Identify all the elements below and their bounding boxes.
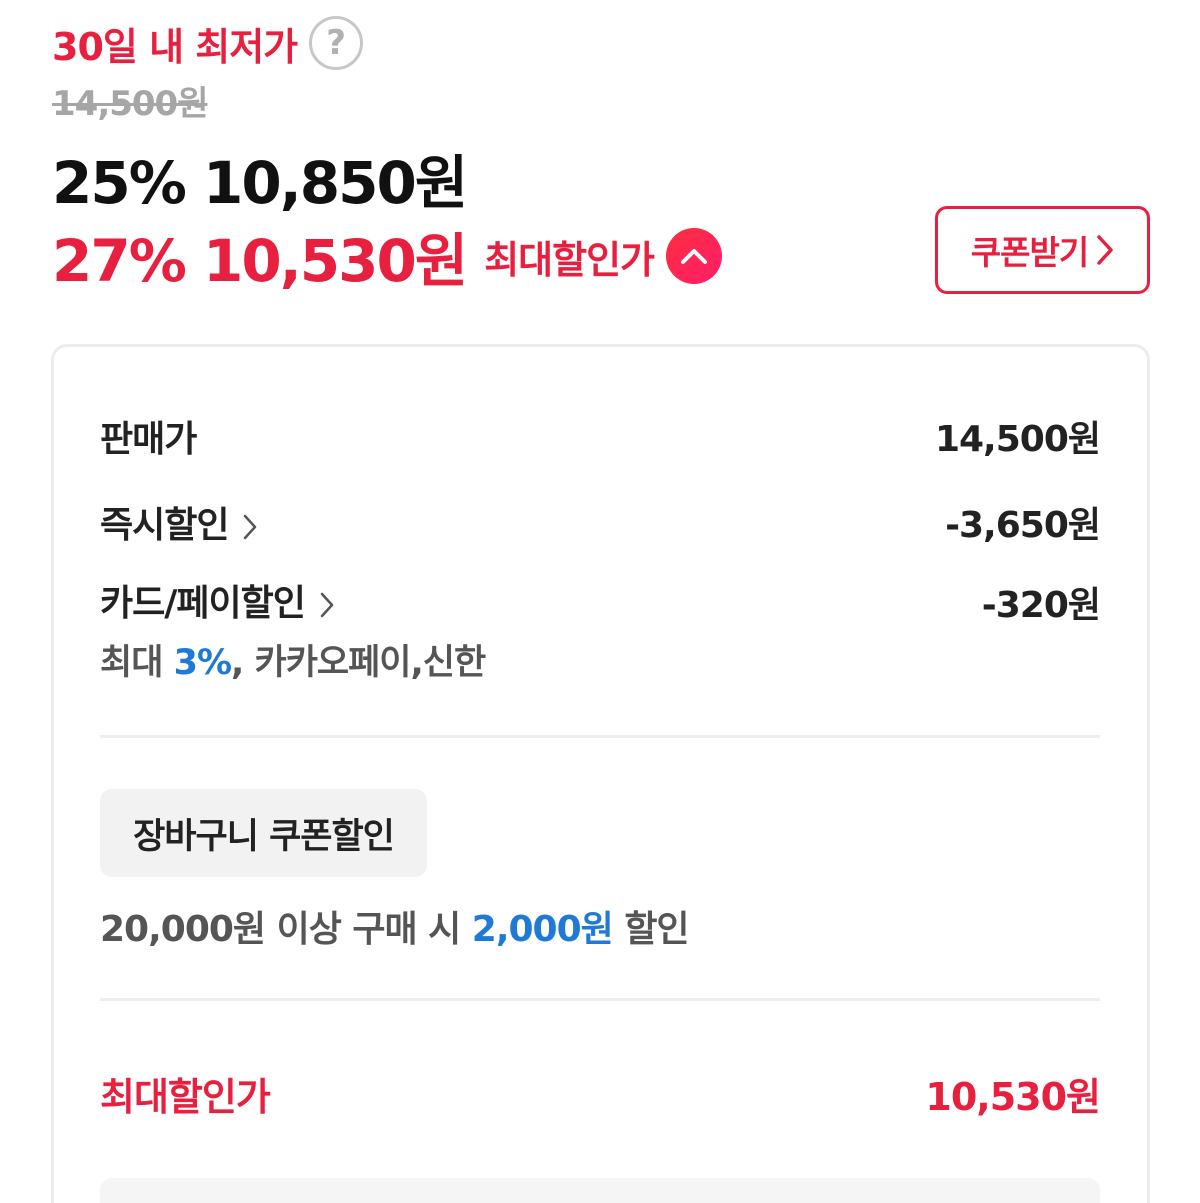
original-price: 14,500원 bbox=[52, 84, 208, 124]
card-pay-note-suffix: , 카카오페이,신한 bbox=[231, 643, 486, 683]
list-price-value: 14,500원 bbox=[934, 419, 1101, 460]
get-coupon-label: 쿠폰받기 bbox=[970, 233, 1089, 272]
max-discount-label: 최대할인가 bbox=[484, 237, 655, 282]
bottom-info-box bbox=[100, 1178, 1100, 1203]
lowest-price-label: 30일 내 최저가 bbox=[52, 24, 298, 69]
final-max-discount-value: 10,530원 bbox=[925, 1075, 1101, 1119]
cart-coupon-desc-prefix: 20,000원 이상 구매 시 bbox=[100, 909, 472, 950]
list-price-label: 판매가 bbox=[100, 419, 197, 460]
question-circle-icon[interactable]: ? bbox=[309, 16, 364, 70]
chevron-right-icon bbox=[244, 514, 257, 540]
instant-discount-link[interactable]: 즉시할인 bbox=[100, 496, 258, 548]
divider bbox=[100, 998, 1100, 1001]
cart-coupon-desc-suffix: 할인 bbox=[612, 909, 689, 950]
sale-price: 25% 10,850원 bbox=[52, 149, 468, 217]
chevron-up-icon[interactable] bbox=[666, 228, 723, 284]
card-pay-discount-label: 카드/페이할인 bbox=[100, 583, 306, 624]
cart-coupon-amount: 2,000원 bbox=[471, 909, 614, 950]
final-max-discount-label: 최대할인가 bbox=[100, 1075, 271, 1119]
card-pay-discount-link[interactable]: 카드/페이할인 bbox=[100, 574, 335, 626]
cart-coupon-chip: 장바구니 쿠폰할인 bbox=[100, 789, 427, 877]
card-pay-note-rate: 3% bbox=[173, 643, 232, 683]
max-discount-row: 27% 10,530원 최대할인가 bbox=[52, 220, 723, 295]
chevron-right-icon bbox=[1097, 235, 1113, 265]
get-coupon-button[interactable]: 쿠폰받기 bbox=[935, 206, 1150, 294]
card-pay-discount-value: -320원 bbox=[981, 585, 1101, 626]
cart-coupon-desc: 20,000원 이상 구매 시 2,000원 할인 bbox=[100, 900, 690, 952]
chevron-right-icon bbox=[320, 592, 334, 618]
lowest-price-row: 30일 내 최저가 ? bbox=[52, 14, 364, 72]
instant-discount-value: -3,650원 bbox=[945, 505, 1101, 546]
instant-discount-label: 즉시할인 bbox=[100, 505, 229, 546]
divider bbox=[100, 735, 1100, 738]
card-pay-note-prefix: 최대 bbox=[100, 643, 174, 683]
card-pay-note: 최대 3%, 카카오페이,신한 bbox=[100, 634, 486, 685]
max-discount-price: 27% 10,530원 bbox=[52, 227, 468, 295]
